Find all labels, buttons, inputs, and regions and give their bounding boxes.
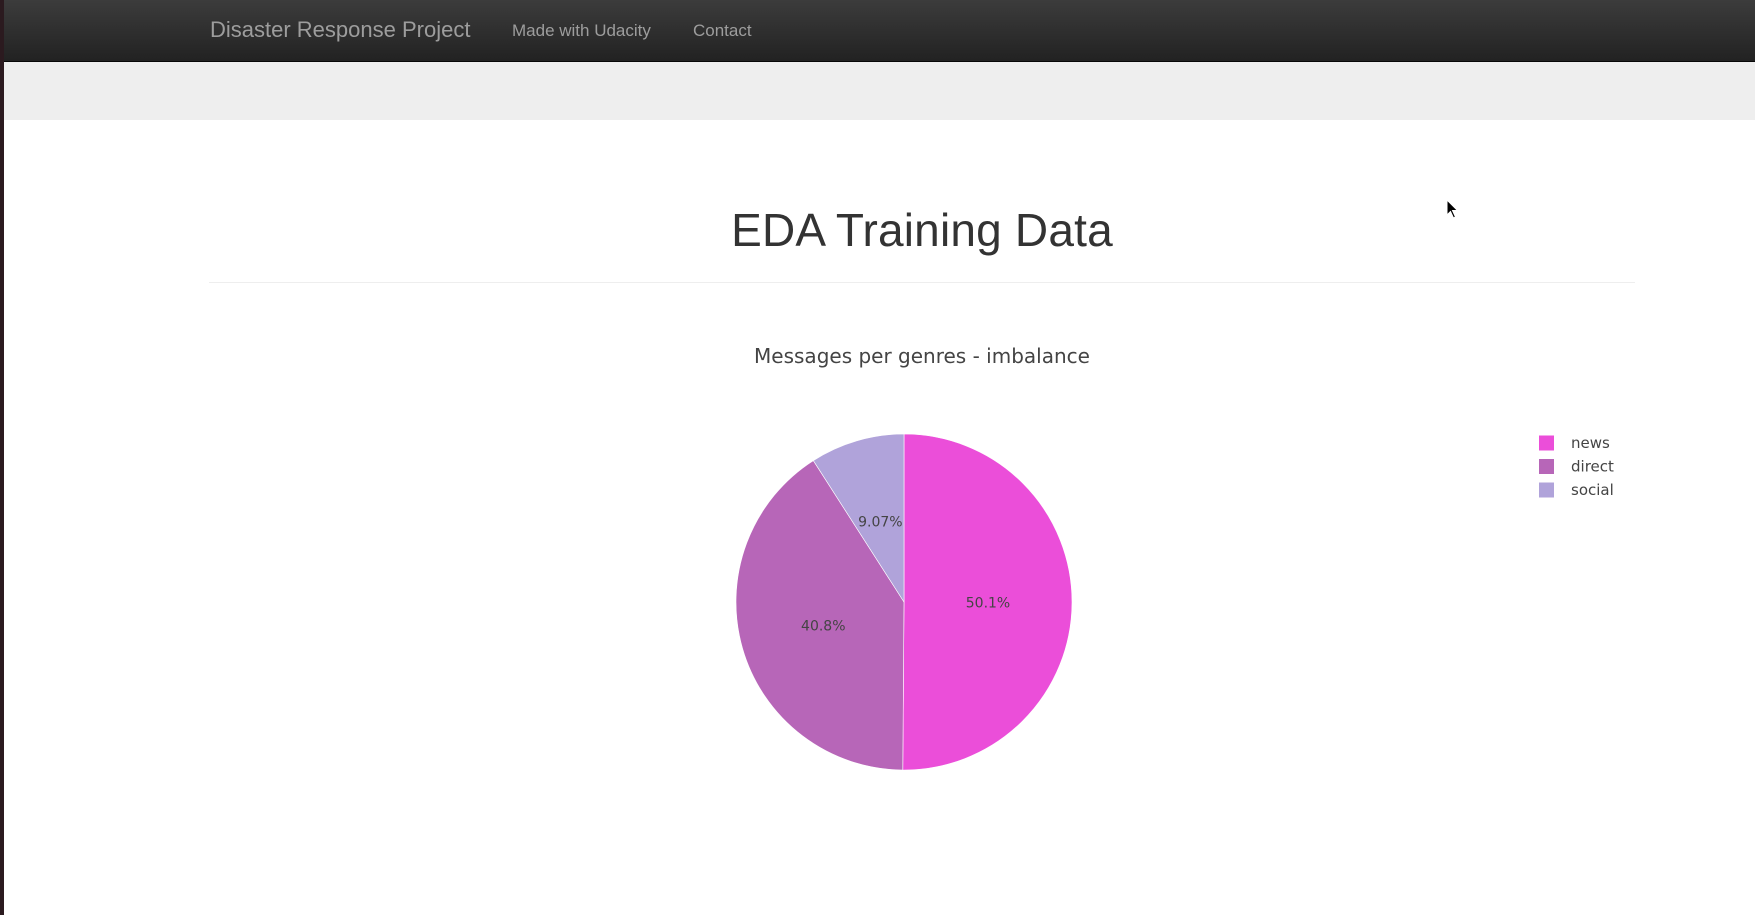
legend-swatch-direct[interactable]: [1539, 459, 1554, 474]
navbar-brand[interactable]: Disaster Response Project: [210, 17, 470, 43]
header-divider: [209, 282, 1635, 283]
legend-label-news[interactable]: news: [1571, 434, 1610, 452]
nav-link-made-with-udacity[interactable]: Made with Udacity: [512, 21, 651, 41]
page-title: EDA Training Data: [731, 204, 1113, 256]
jumbotron: [4, 62, 1755, 120]
page-header: EDA Training Data: [209, 203, 1635, 257]
top-navbar: Disaster Response Project Made with Udac…: [4, 0, 1755, 62]
mouse-cursor-icon: [1446, 199, 1459, 219]
legend-swatch-news[interactable]: [1539, 435, 1554, 451]
legend-label-direct[interactable]: direct: [1571, 458, 1614, 476]
pie-label-direct: 40.8%: [801, 618, 845, 634]
genre-pie-chart[interactable]: Messages per genres - imbalance 50.1% 40.8…: [209, 330, 1635, 800]
legend-swatch-social[interactable]: [1539, 482, 1554, 498]
window-left-edge: [0, 0, 4, 915]
legend-label-social[interactable]: social: [1571, 481, 1614, 499]
chart-svg: Messages per genres - imbalance 50.1% 40.8…: [735, 344, 1614, 771]
pie-label-social: 9.07%: [858, 514, 902, 530]
nav-link-contact[interactable]: Contact: [693, 21, 752, 41]
pie-label-news: 50.1%: [966, 595, 1010, 611]
chart-title: Messages per genres - imbalance: [754, 344, 1090, 368]
